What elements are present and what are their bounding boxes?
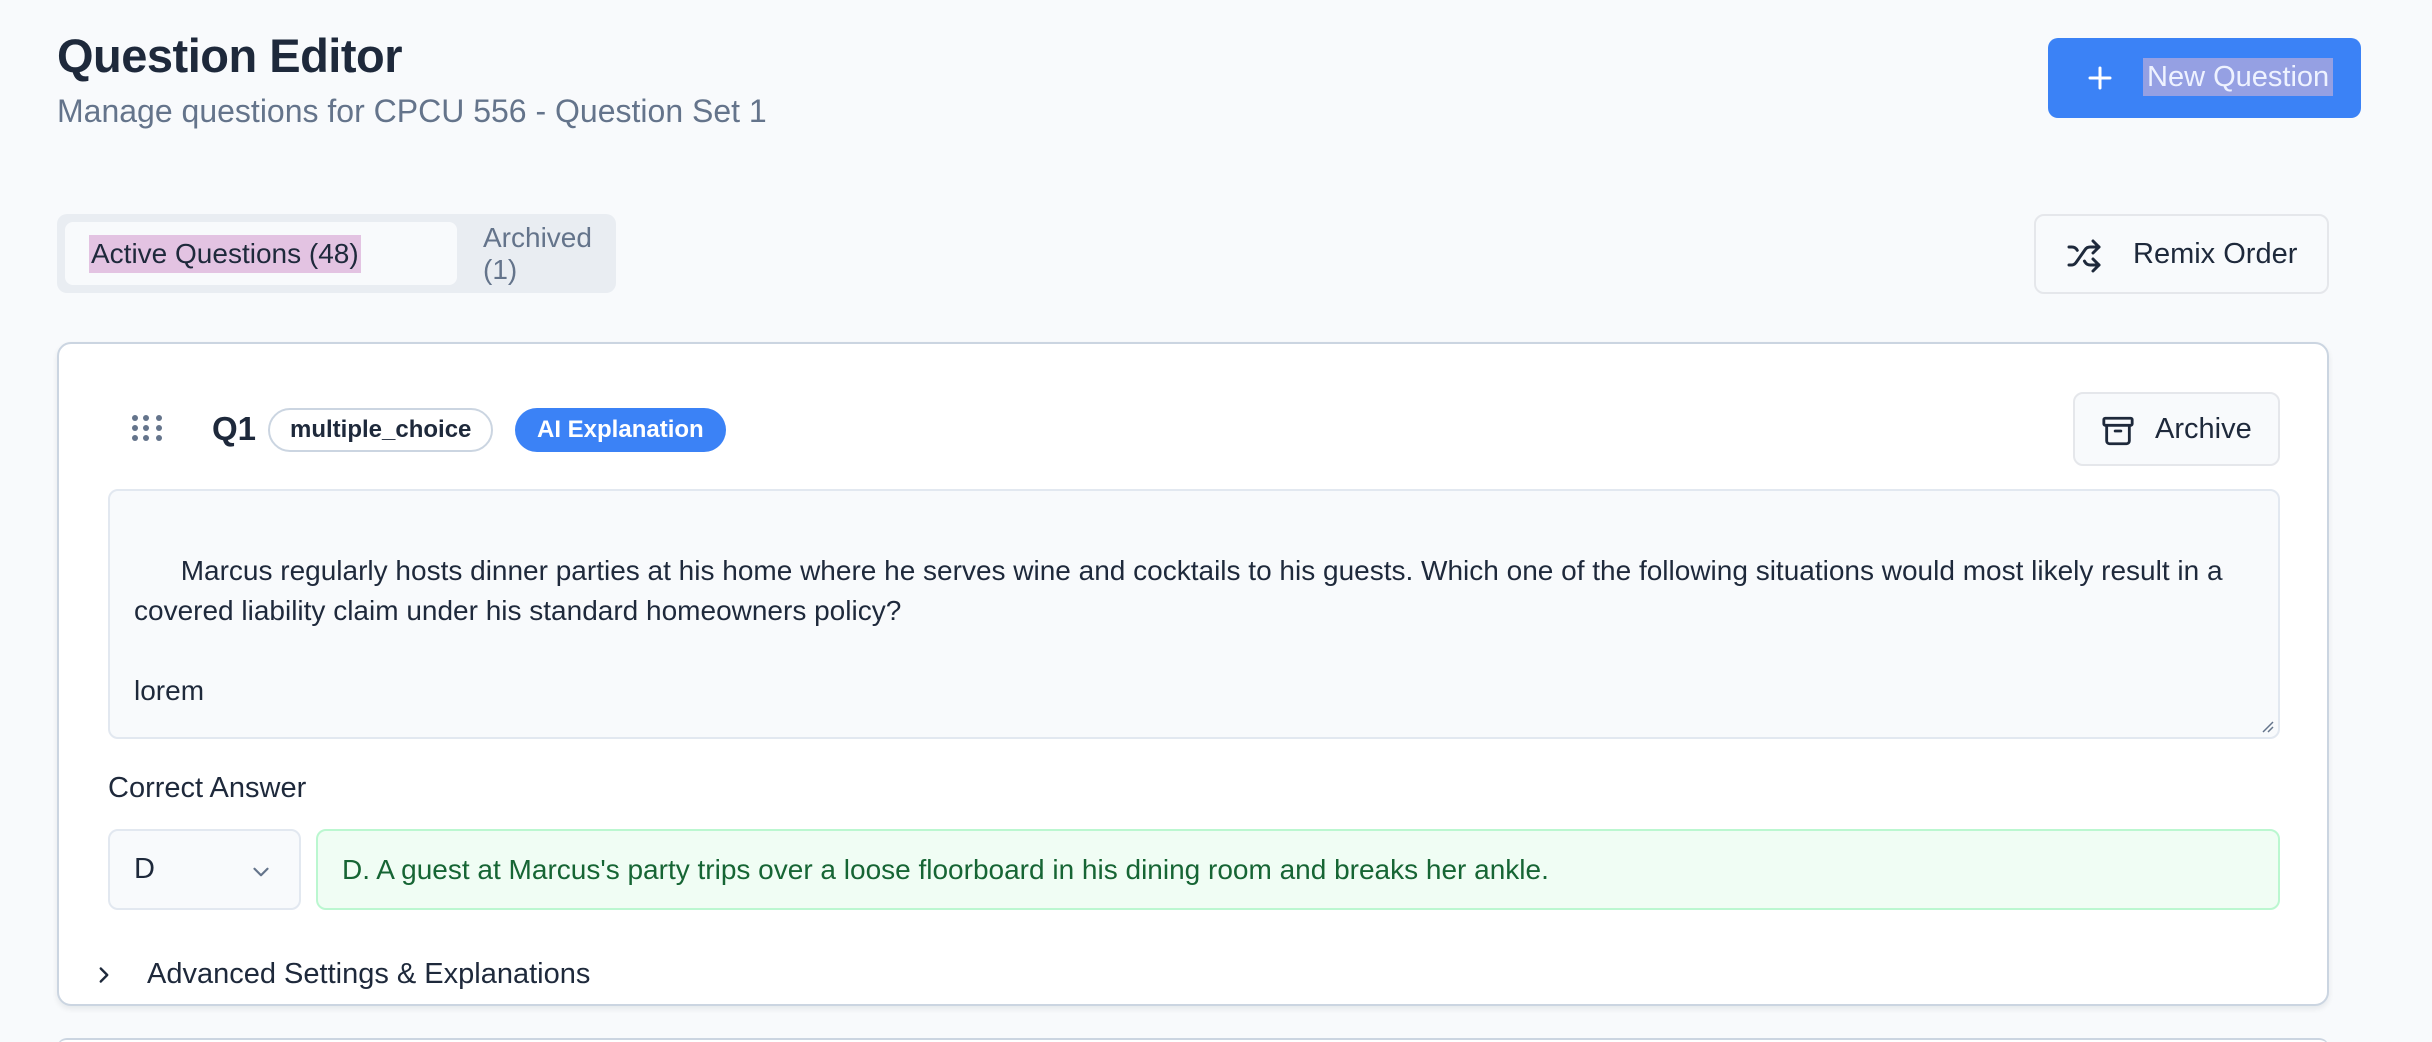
shuffle-icon (2067, 239, 2101, 273)
advanced-settings-label: Advanced Settings & Explanations (147, 958, 591, 990)
chevron-right-icon (99, 967, 109, 983)
new-question-label: New Question (2143, 58, 2334, 96)
remix-order-button[interactable]: Remix Order (2034, 214, 2329, 294)
page-title: Question Editor (57, 29, 403, 82)
tab-archived-label: Archived (1) (483, 221, 592, 285)
question-card: Q1 multiple_choice AI Explanation Archiv… (57, 342, 2329, 1006)
question-number: Q1 (212, 410, 257, 447)
question-tabs: Active Questions (48) Archived (1) (57, 214, 616, 293)
tab-archived[interactable]: Archived (1) (469, 222, 609, 285)
new-question-button[interactable]: New Question (2048, 38, 2361, 118)
advanced-settings-toggle[interactable]: Advanced Settings & Explanations (87, 952, 687, 998)
next-question-card (57, 1038, 2329, 1042)
archive-label: Archive (2155, 413, 2252, 445)
question-text: Marcus regularly hosts dinner parties at… (134, 555, 2223, 706)
correct-answer-select[interactable]: D (108, 829, 301, 910)
correct-answer-value: D (134, 853, 155, 885)
tab-active-questions-label: Active Questions (48) (89, 234, 361, 273)
resize-handle-icon[interactable] (2258, 717, 2274, 733)
drag-handle-icon[interactable] (130, 414, 170, 442)
question-type-badge: multiple_choice (268, 408, 494, 452)
correct-answer-text: D. A guest at Marcus's party trips over … (316, 829, 2280, 910)
question-text-area[interactable]: Marcus regularly hosts dinner parties at… (108, 489, 2280, 739)
tab-active-questions[interactable]: Active Questions (48) (65, 222, 457, 285)
archive-icon (2102, 416, 2134, 446)
remix-order-label: Remix Order (2133, 238, 2298, 270)
plus-icon (2088, 66, 2112, 90)
correct-answer-label: Correct Answer (108, 772, 307, 804)
page-subtitle: Manage questions for CPCU 556 - Question… (57, 93, 767, 129)
archive-button[interactable]: Archive (2073, 392, 2280, 466)
ai-explanation-badge: AI Explanation (515, 408, 726, 452)
chevron-down-icon (253, 867, 269, 877)
question-editor-page: Question Editor Manage questions for CPC… (0, 0, 2432, 1042)
